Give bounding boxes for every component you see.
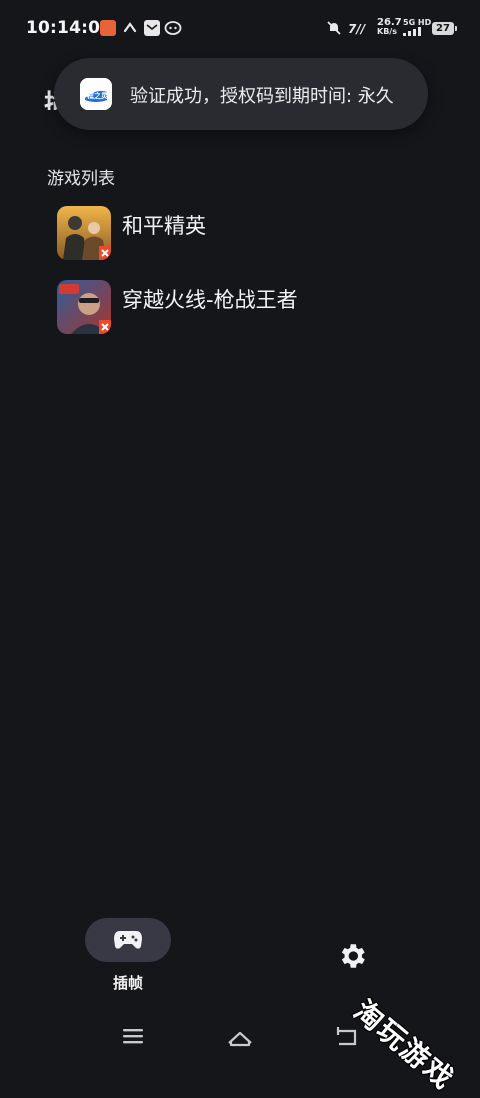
network-speed-value: 26.7 [377, 17, 402, 28]
status-bar: 10:14:08 7// 26.7 KB/s 5G HD 27 [0, 0, 480, 60]
network-type: 5G HD [403, 18, 432, 27]
toast-notification: 框之灵 验证成功，授权码到期时间: 永久 [54, 58, 428, 130]
signal-indicator: 5G HD [403, 18, 431, 38]
network-speed: 26.7 KB/s [377, 17, 402, 37]
link-notification-icon [122, 20, 138, 36]
battery-indicator: 27 [432, 22, 457, 35]
crossfire-game-icon [57, 280, 111, 334]
app-logo-icon: 框之灵 [80, 78, 112, 110]
system-menu-button[interactable] [119, 1022, 147, 1050]
carrier-icon: 7// [348, 20, 372, 36]
signal-bars-icon [403, 27, 421, 36]
games-section-title: 游戏列表 [47, 169, 115, 189]
settings-button[interactable] [336, 940, 368, 972]
app-notification-icon [100, 20, 116, 36]
chat-notification-icon [164, 20, 182, 36]
menu-icon [123, 1029, 143, 1044]
gear-icon [341, 944, 365, 968]
app-logo-text: 框之灵 [87, 91, 109, 100]
tab-frame-interpolation-label[interactable]: 插帧 [85, 972, 171, 993]
gamepad-icon [114, 931, 142, 949]
mail-notification-icon [144, 20, 160, 36]
watermark: 淘玩游戏 [347, 993, 461, 1097]
home-icon [228, 1031, 252, 1047]
game-item-crossfire[interactable]: 穿越火线-枪战王者 [40, 280, 440, 344]
game-item-peace-elite[interactable]: 和平精英 [40, 206, 440, 270]
system-home-button[interactable] [226, 1022, 254, 1050]
game-name: 和平精英 [122, 214, 206, 238]
game-name: 穿越火线-枪战王者 [122, 288, 298, 312]
peace-elite-game-icon [57, 206, 111, 260]
network-speed-unit: KB/s [377, 27, 397, 36]
toast-message: 验证成功，授权码到期时间: 永久 [130, 86, 394, 107]
mute-icon [326, 20, 342, 36]
svg-text:7//: 7// [348, 22, 367, 36]
tab-frame-interpolation[interactable] [85, 918, 171, 962]
